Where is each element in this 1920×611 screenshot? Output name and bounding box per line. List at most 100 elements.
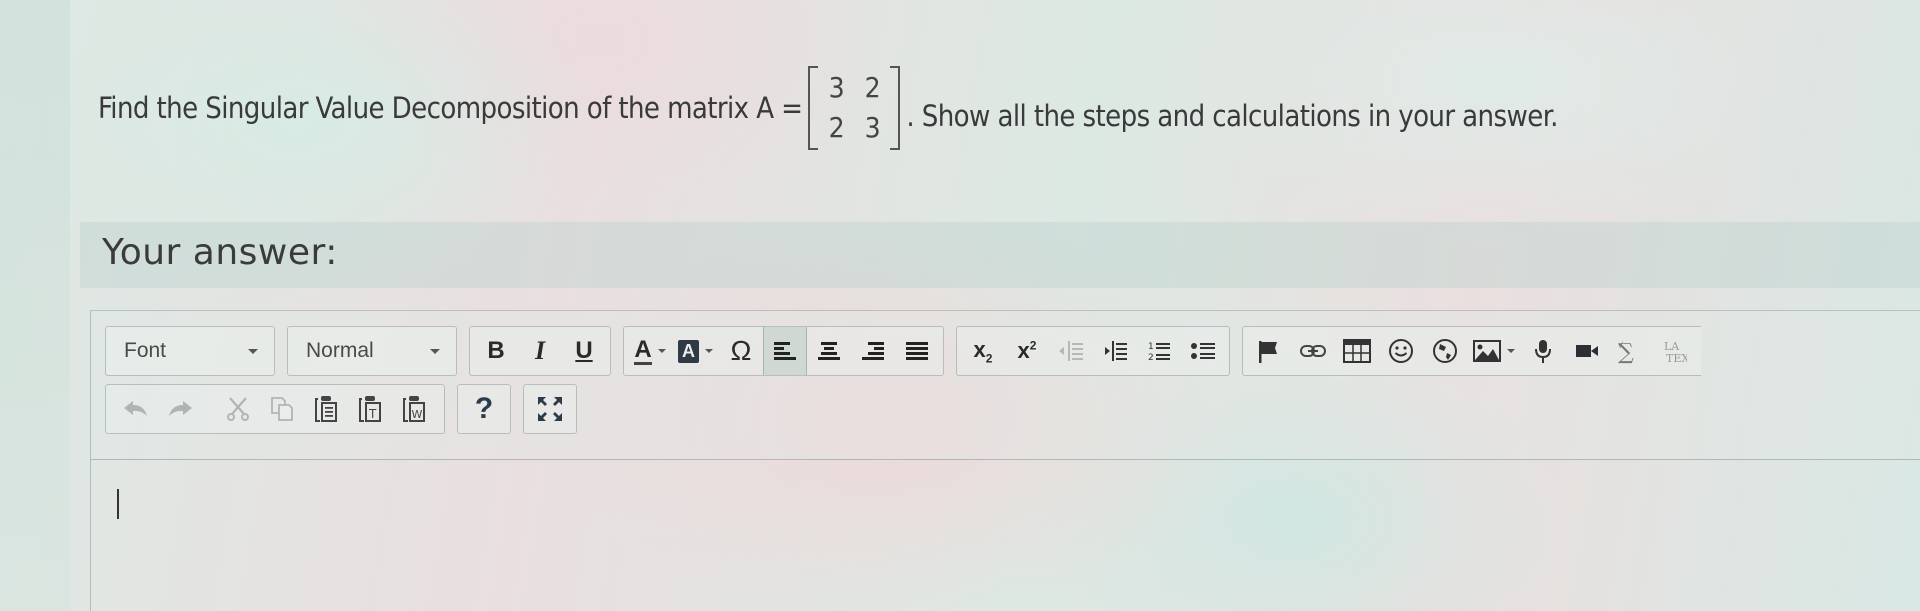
superscript-button[interactable]: x2 <box>1005 327 1049 375</box>
indent-button[interactable] <box>1093 327 1137 375</box>
paste-icon <box>315 396 337 422</box>
redo-icon <box>169 401 192 416</box>
chevron-down-icon <box>248 348 258 354</box>
indent-icon <box>1105 341 1127 361</box>
answer-header: Your answer: <box>80 222 1920 288</box>
rich-text-editor: Font Normal B I U A A Ω x2 x2 1 2 ∑ √ LA… <box>90 310 1920 611</box>
toolbar-row-1: Font Normal B I U A A Ω x2 x2 1 2 ∑ √ LA… <box>105 325 1701 377</box>
chevron-down-icon <box>705 349 713 353</box>
chevron-down-icon <box>1507 349 1515 353</box>
matrix-right-bracket <box>890 66 901 150</box>
maximize-group <box>523 384 577 434</box>
image-icon <box>1473 340 1501 362</box>
matrix-cell: 3 <box>864 111 881 144</box>
table-button[interactable] <box>1335 327 1379 375</box>
scissors-icon <box>227 397 249 421</box>
clipboard-history-group: T W <box>105 384 445 434</box>
superscript-icon: x2 <box>1017 338 1037 363</box>
cut-button[interactable] <box>216 385 260 433</box>
link-icon <box>1300 345 1326 357</box>
paste-word-button[interactable]: W <box>392 385 436 433</box>
paste-text-button[interactable]: T <box>348 385 392 433</box>
editor-toolbar: Font Normal B I U A A Ω x2 x2 1 2 ∑ √ LA… <box>91 311 1920 460</box>
background-color-button[interactable]: A <box>672 327 719 375</box>
latex-icon: LATEX <box>1664 340 1687 364</box>
video-camera-icon <box>1576 345 1598 357</box>
smiley-button[interactable] <box>1379 327 1423 375</box>
chevron-down-icon <box>430 348 440 354</box>
question-text-after: . Show all the steps and calculations in… <box>906 99 1558 133</box>
bulleted-list-button[interactable] <box>1181 327 1225 375</box>
align-left-icon <box>774 342 796 360</box>
align-center-button[interactable] <box>807 327 851 375</box>
font-select-value: Font <box>124 339 167 362</box>
answer-label: Your answer: <box>102 232 338 273</box>
bulleted-list-icon <box>1191 343 1215 359</box>
question-text: Find the Singular Value Decomposition of… <box>98 66 1558 150</box>
align-left-button[interactable] <box>763 327 807 375</box>
script-list-group: x2 x2 12 <box>956 326 1230 376</box>
page-left-margin <box>0 0 70 611</box>
copy-icon <box>271 397 293 421</box>
subscript-icon: x2 <box>973 336 993 366</box>
maximize-icon <box>538 397 562 421</box>
image-button[interactable] <box>1467 327 1521 375</box>
redo-button[interactable] <box>158 385 202 433</box>
matrix-cell: 3 <box>828 71 845 104</box>
text-color-icon: A <box>634 335 652 365</box>
svg-text:2: 2 <box>1148 353 1154 362</box>
anchor-button[interactable] <box>1247 327 1291 375</box>
matrix-left-bracket <box>808 66 819 150</box>
matrix-A: 3 2 2 3 <box>808 66 901 150</box>
toolbar-row-2: T W ? <box>105 383 589 435</box>
numbered-list-icon: 12 <box>1148 342 1170 362</box>
record-audio-button[interactable] <box>1521 327 1565 375</box>
italic-button[interactable]: I <box>518 327 562 375</box>
align-right-icon <box>862 342 884 360</box>
svg-text:TEX: TEX <box>1666 352 1687 364</box>
svg-text:W: W <box>412 408 423 421</box>
editor-body[interactable] <box>91 460 1920 611</box>
help-group: ? <box>457 384 511 434</box>
special-character-button[interactable]: Ω <box>719 327 763 375</box>
insert-group: ∑ √ LA TEX <box>1242 326 1701 376</box>
outdent-button[interactable] <box>1049 327 1093 375</box>
latex-button[interactable]: LA TEX <box>1653 327 1697 375</box>
bold-button[interactable]: B <box>474 327 518 375</box>
align-center-icon <box>818 342 840 360</box>
equation-button[interactable]: ∑ √ <box>1609 327 1653 375</box>
record-video-button[interactable] <box>1565 327 1609 375</box>
help-button[interactable]: ? <box>462 385 506 433</box>
outdent-icon <box>1059 341 1083 361</box>
font-select[interactable]: Font <box>105 326 275 376</box>
svg-text:√: √ <box>1618 341 1624 350</box>
undo-icon <box>124 401 147 416</box>
matrix-grid: 3 2 2 3 <box>818 68 890 148</box>
underline-button[interactable]: U <box>562 327 606 375</box>
align-justify-icon <box>906 342 928 360</box>
matrix-cell: 2 <box>864 71 881 104</box>
microphone-icon <box>1535 340 1551 363</box>
align-justify-button[interactable] <box>895 327 939 375</box>
web-link-button[interactable] <box>1423 327 1467 375</box>
format-select[interactable]: Normal <box>287 326 457 376</box>
basic-styles-group: B I U <box>469 326 611 376</box>
subscript-button[interactable]: x2 <box>961 327 1005 375</box>
paste-button[interactable] <box>304 385 348 433</box>
link-button[interactable] <box>1291 327 1335 375</box>
text-color-button[interactable]: A <box>628 327 672 375</box>
paste-text-icon: T <box>359 396 381 422</box>
numbered-list-button[interactable]: 12 <box>1137 327 1181 375</box>
align-right-button[interactable] <box>851 327 895 375</box>
globe-icon <box>1433 339 1457 363</box>
maximize-button[interactable] <box>528 385 572 433</box>
copy-button[interactable] <box>260 385 304 433</box>
undo-button[interactable] <box>114 385 158 433</box>
svg-text:1: 1 <box>1148 342 1154 352</box>
question-page: Find the Singular Value Decomposition of… <box>70 0 1920 611</box>
table-icon <box>1343 339 1371 363</box>
background-color-icon: A <box>678 339 699 363</box>
chevron-down-icon <box>657 349 666 353</box>
format-select-value: Normal <box>306 339 374 362</box>
smiley-icon <box>1389 339 1413 363</box>
